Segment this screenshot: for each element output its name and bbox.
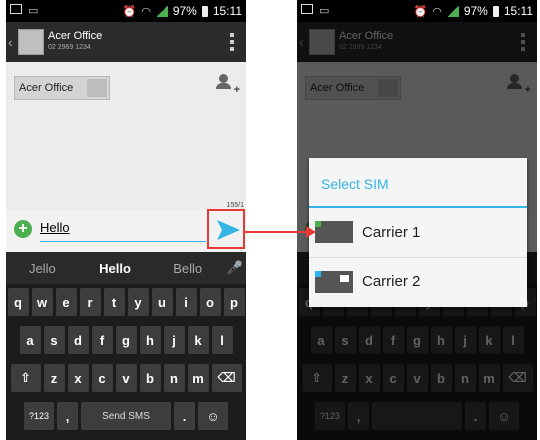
key-s[interactable]: s (43, 326, 65, 354)
dialog-title: Select SIM (321, 176, 389, 192)
sim-card-icon (315, 270, 353, 293)
clock: 15:11 (503, 4, 533, 18)
key-t[interactable]: t (103, 288, 125, 316)
mic-icon[interactable]: 🎤 (224, 260, 246, 276)
key-z[interactable]: z (43, 364, 65, 392)
message-area: Acer Office + (6, 62, 246, 210)
battery-icon (492, 5, 499, 17)
period-key[interactable]: . (174, 402, 195, 430)
key-k[interactable]: k (187, 326, 209, 354)
message-text: Hello (40, 220, 70, 235)
keyboard: Jello Hello Bello 🎤 q w e r t y u i o p … (6, 252, 246, 440)
key-n[interactable]: n (163, 364, 185, 392)
signal-icon (446, 5, 459, 17)
key-c[interactable]: c (91, 364, 113, 392)
signal-icon (155, 5, 168, 17)
emoji-icon[interactable]: ☺ (198, 402, 228, 430)
alarm-icon: ⏰ (413, 5, 428, 18)
key-h[interactable]: h (139, 326, 161, 354)
key-w[interactable]: w (31, 288, 53, 316)
key-row-3: ⇧ z x c v b n m ⌫ (6, 364, 246, 392)
wifi-icon: ◠ (432, 5, 442, 18)
alarm-icon: ⏰ (122, 5, 137, 18)
gallery-icon (301, 4, 313, 14)
key-y[interactable]: y (127, 288, 149, 316)
key-q[interactable]: q (7, 288, 29, 316)
message-input[interactable]: Hello (40, 216, 206, 242)
key-i[interactable]: i (175, 288, 197, 316)
voicemail-icon: ▭ (319, 5, 330, 17)
key-a[interactable]: a (19, 326, 41, 354)
status-bar: ▭ ⏰ ◠ 97% 15:11 (6, 0, 246, 22)
back-chevron-icon[interactable]: ‹ (8, 34, 13, 50)
key-row-4: ?123 , Send SMS . ☺ (6, 402, 246, 430)
callout-arrow-head (306, 226, 316, 238)
key-g[interactable]: g (115, 326, 137, 354)
recipient-avatar (87, 79, 107, 97)
key-x[interactable]: x (67, 364, 89, 392)
recipient-chip[interactable]: Acer Office (14, 76, 110, 100)
battery-level: 97% (172, 4, 197, 18)
callout-arrow (245, 231, 310, 233)
contact-name: Acer Office (48, 30, 103, 42)
comma-key[interactable]: , (57, 402, 78, 430)
suggestion-2[interactable]: Hello (79, 261, 152, 276)
battery-level: 97% (463, 4, 488, 18)
add-contact-icon[interactable]: + (216, 74, 240, 96)
sim-option-label: Carrier 1 (362, 223, 421, 241)
contact-avatar[interactable] (18, 29, 44, 55)
key-f[interactable]: f (91, 326, 113, 354)
sim-option-label: Carrier 2 (362, 273, 421, 290)
key-v[interactable]: v (115, 364, 137, 392)
delete-icon[interactable]: ⌫ (211, 364, 242, 392)
sim-option-carrier-2[interactable]: Carrier 2 (309, 257, 527, 305)
shift-icon[interactable]: ⇧ (10, 364, 41, 392)
send-button-highlight (207, 209, 245, 249)
overflow-menu-icon[interactable] (230, 33, 234, 51)
voicemail-icon: ▭ (28, 5, 39, 17)
select-sim-dialog: Select SIM Carrier 1 Carrier 2 (309, 158, 527, 307)
suggestion-1[interactable]: Jello (6, 261, 79, 276)
key-l[interactable]: l (211, 326, 233, 354)
char-counter: 155/1 (226, 202, 244, 209)
sim-option-carrier-1[interactable]: Carrier 1 (309, 208, 527, 256)
key-r[interactable]: r (79, 288, 101, 316)
key-row-2: a s d f g h j k l (6, 326, 246, 354)
key-d[interactable]: d (67, 326, 89, 354)
symbols-key[interactable]: ?123 (24, 402, 54, 430)
key-m[interactable]: m (187, 364, 209, 392)
conversation-header: ‹ Acer Office 02 2969 1234 (6, 22, 246, 62)
phone-screen-select-sim: ▭ ⏰ ◠ 97% 15:11 ‹ Acer Office 02 2969 12… (297, 0, 537, 440)
key-p[interactable]: p (223, 288, 245, 316)
key-o[interactable]: o (199, 288, 221, 316)
contact-number: 02 2969 1234 (48, 44, 91, 51)
clock: 15:11 (212, 4, 242, 18)
suggestion-strip: Jello Hello Bello 🎤 (6, 252, 246, 284)
key-row-1: q w e r t y u i o p (6, 288, 246, 316)
recipient-chip-label: Acer Office (19, 82, 74, 94)
space-key[interactable]: Send SMS (81, 402, 171, 430)
attach-plus-icon[interactable]: + (14, 220, 32, 238)
status-bar-2: ▭ ⏰ ◠ 97% 15:11 (297, 0, 537, 22)
key-e[interactable]: e (55, 288, 77, 316)
key-b[interactable]: b (139, 364, 161, 392)
suggestion-3[interactable]: Bello (151, 261, 224, 276)
wifi-icon: ◠ (141, 5, 151, 18)
key-j[interactable]: j (163, 326, 185, 354)
battery-icon (201, 5, 208, 17)
gallery-icon (10, 4, 22, 14)
sim-card-icon (315, 221, 353, 243)
key-u[interactable]: u (151, 288, 173, 316)
